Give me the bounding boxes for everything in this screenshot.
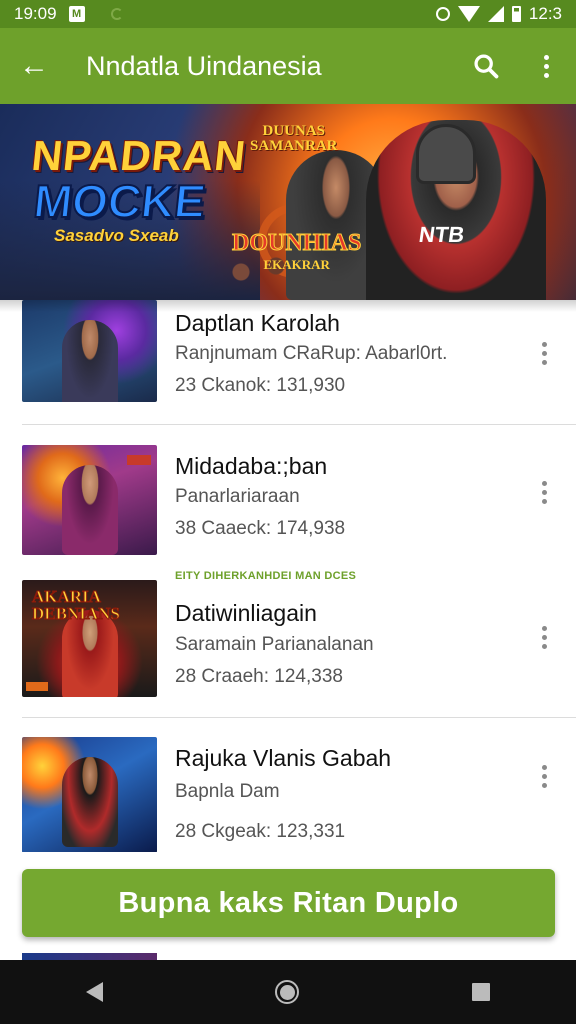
item-subtitle: Panarlariaraan	[175, 486, 300, 507]
item-more-button[interactable]	[532, 472, 556, 512]
banner-title-line1: NPADRAN	[29, 132, 249, 179]
list-item[interactable]: Rajuka Vlanis Gabah Bapnla Dam 28 Ckgeak…	[0, 737, 576, 857]
status-time: 19:09	[14, 4, 57, 23]
item-title: Rajuka Vlanis Gabah	[175, 745, 392, 771]
search-button[interactable]	[456, 28, 516, 104]
status-bar: 19:09 M 12:3	[0, 0, 576, 28]
nav-recents-icon[interactable]	[471, 983, 490, 1001]
next-item-peek	[22, 953, 157, 960]
battery-icon	[511, 6, 521, 22]
item-title: Daptlan Karolah	[175, 310, 340, 336]
more-vert-icon	[541, 625, 547, 649]
primary-action-button[interactable]: Bupna kaks Ritan Duplo	[22, 869, 555, 937]
app-thumbnail	[22, 445, 157, 555]
signal-icon	[487, 6, 504, 22]
banner-logo-top-line1: DUUNAS	[262, 123, 325, 139]
wifi-icon	[457, 6, 480, 22]
sync-icon	[110, 8, 123, 20]
item-title: Datiwinliagain	[175, 600, 317, 626]
banner-subtitle: Sasadvo Sxeab	[54, 226, 179, 245]
more-vert-icon	[543, 54, 549, 78]
app-thumbnail: AKARIA DEBNIANS	[22, 580, 157, 697]
banner-chest-text: NTB	[417, 222, 466, 247]
nav-home-icon[interactable]	[275, 980, 300, 1004]
list-item[interactable]: Daptlan Karolah Ranjnumam CRaRup: Aabarl…	[0, 300, 576, 424]
item-more-button[interactable]	[532, 333, 556, 373]
banner-title-line2: MOCKE	[30, 174, 209, 228]
item-subtitle: Bapnla Dam	[175, 781, 280, 802]
app-thumbnail	[22, 300, 157, 402]
app-title: Nndatla Uindanesia	[86, 50, 322, 81]
list-item[interactable]: AKARIA DEBNIANS Datiwinliagain Saramain …	[0, 580, 576, 698]
banner-logo-bottom-sub: EKAKRAR	[263, 257, 330, 272]
banner-logo-bottom: DOUNHIAS EKAKRAR	[231, 230, 362, 276]
thumb-logo: AKARIA DEBNIANS	[32, 587, 121, 623]
app-thumbnail	[22, 737, 157, 853]
more-vert-icon	[541, 480, 547, 504]
banner-logo-top-line2: SAMANRAR	[250, 138, 338, 154]
list-item[interactable]: Midadaba:;ban Panarlariaraan 38 Caaeck: …	[0, 445, 576, 557]
banner-shadow	[0, 300, 576, 312]
notification-icon: M	[68, 6, 85, 22]
overflow-menu-button[interactable]	[516, 28, 576, 104]
back-arrow-icon: ←	[19, 49, 49, 82]
app-bar: ← Nndatla Uindanesia	[0, 28, 576, 104]
item-meta: 23 Ckanok: 131,930	[175, 375, 346, 396]
battery-text: 12:3	[528, 4, 562, 23]
system-nav-bar	[0, 960, 576, 1024]
item-meta: 28 Ckgeak: 123,331	[175, 821, 346, 842]
item-meta: 28 Craaeh: 124,338	[175, 666, 343, 687]
divider	[22, 424, 576, 425]
banner-logo-top: DUUNAS SAMANRAR	[250, 124, 338, 154]
item-more-button[interactable]	[532, 756, 556, 796]
more-vert-icon	[541, 764, 547, 788]
item-more-button[interactable]	[532, 617, 556, 657]
divider	[22, 717, 576, 718]
item-subtitle: Ranjnumam CRaRup: Aabarl0rt.	[175, 343, 448, 364]
banner-logo-bottom-text: DOUNHIAS	[231, 230, 362, 256]
search-icon	[474, 54, 499, 79]
featured-banner[interactable]: NTB NPADRAN MOCKE Sasadvo Sxeab DUUNAS S…	[0, 104, 576, 300]
more-vert-icon	[541, 341, 547, 365]
nav-back-icon[interactable]	[86, 982, 104, 1002]
item-meta: 38 Caaeck: 174,938	[175, 518, 346, 539]
app-list: Daptlan Karolah Ranjnumam CRaRup: Aabarl…	[0, 300, 576, 860]
back-button[interactable]: ←	[0, 28, 68, 104]
status-icons: 12:3	[435, 4, 562, 24]
item-subtitle: Saramain Parianalanan	[175, 634, 374, 655]
alarm-icon	[435, 7, 450, 21]
thumb-logo-line1: AKARIA	[32, 587, 102, 606]
item-title: Midadaba:;ban	[175, 453, 328, 479]
thumb-logo-line2: DEBNIANS	[32, 604, 121, 623]
banner-hero-helmet	[416, 124, 476, 184]
